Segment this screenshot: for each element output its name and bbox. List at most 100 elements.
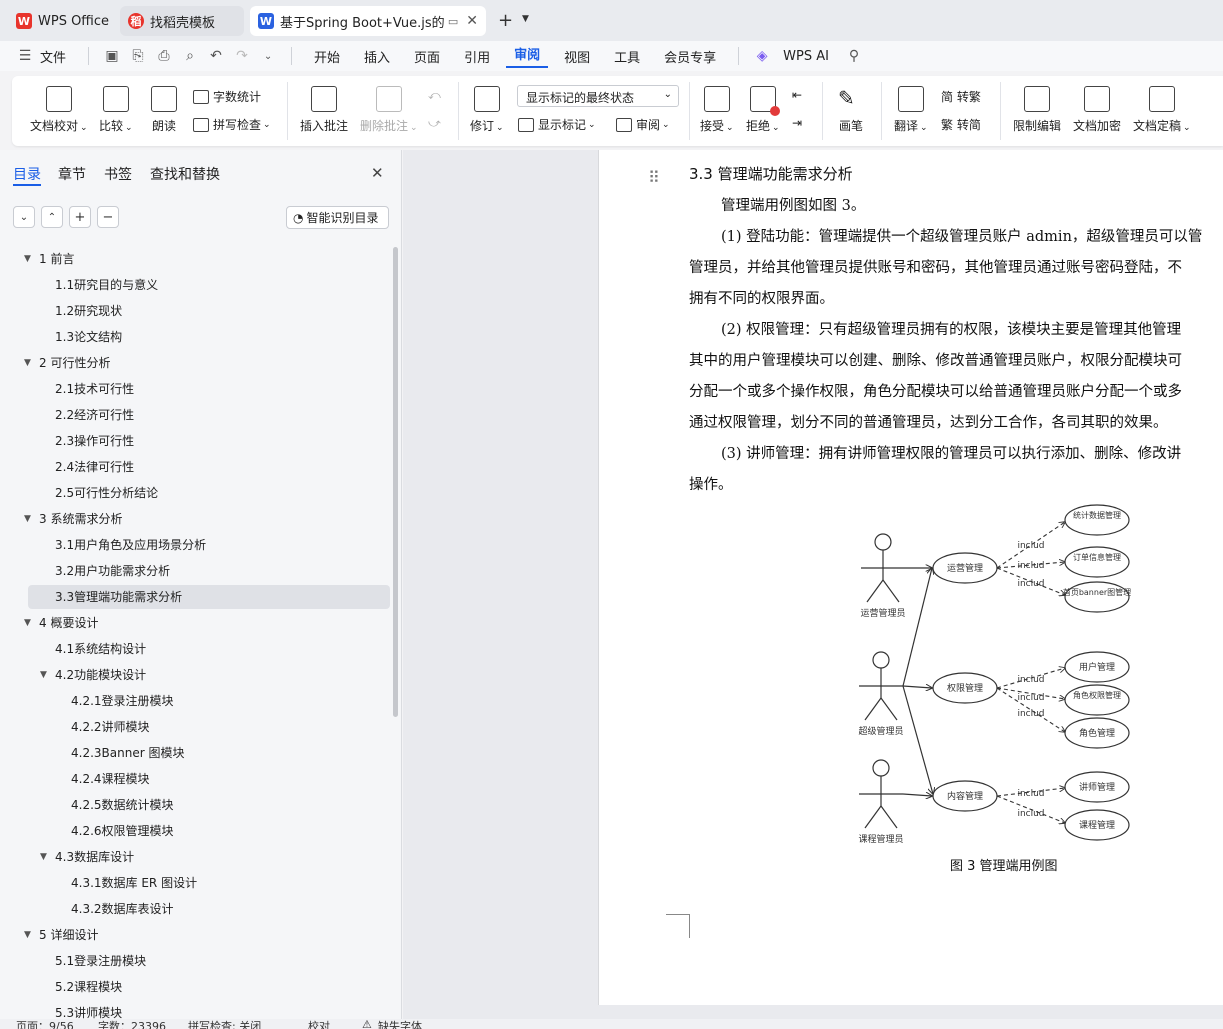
scrollbar-thumb[interactable] bbox=[393, 247, 398, 717]
close-icon[interactable]: ✕ bbox=[466, 13, 478, 29]
toc-item[interactable]: 4.2.1登录注册模块 bbox=[71, 689, 174, 713]
toc-item[interactable]: 2.4法律可行性 bbox=[55, 455, 134, 479]
spell-check-button[interactable]: 拼写检查 ⌄ bbox=[193, 116, 271, 133]
translate-button[interactable]: 翻译 ⌄ bbox=[894, 86, 928, 134]
collapse-arrow-icon[interactable]: ▼ bbox=[24, 611, 31, 635]
tab-toc[interactable]: 目录 bbox=[13, 164, 41, 184]
save-icon[interactable]: ▣ bbox=[101, 45, 123, 67]
tab-document[interactable]: W 基于Spring Boot+Vue.js的在 ▭ ✕ bbox=[250, 6, 486, 36]
menu-view[interactable]: 视图 bbox=[556, 47, 598, 66]
compare-button[interactable]: 比较 ⌄ bbox=[99, 86, 133, 134]
toc-item[interactable]: 4.3.2数据库表设计 bbox=[71, 897, 174, 921]
restrict-edit-button[interactable]: 限制编辑 bbox=[1013, 86, 1061, 134]
toc-item[interactable]: 4.2.4课程模块 bbox=[71, 767, 150, 791]
toc-item[interactable]: 4.3.1数据库 ER 图设计 bbox=[71, 871, 197, 895]
print-icon[interactable]: ⎙ bbox=[153, 45, 175, 67]
toc-item[interactable]: 3.3管理端功能需求分析 bbox=[55, 585, 182, 609]
chevron-down-icon[interactable]: ▼ bbox=[522, 14, 529, 24]
next-change-icon[interactable]: ⇥ bbox=[792, 116, 802, 130]
toc-item[interactable]: ▼ 3 系统需求分析 bbox=[24, 507, 122, 531]
toc-item[interactable]: ▼ 4.3数据库设计 bbox=[40, 845, 134, 869]
menu-insert[interactable]: 插入 bbox=[356, 47, 398, 66]
review-pane-button[interactable]: 审阅 ⌄ bbox=[616, 116, 670, 133]
tab-sections[interactable]: 章节 bbox=[58, 164, 86, 184]
status-proof[interactable]: 校对 bbox=[308, 1019, 330, 1029]
to-simplified-button[interactable]: 繁 转简 bbox=[941, 116, 981, 133]
search-icon[interactable]: ⚲ bbox=[843, 45, 865, 67]
show-markup-button[interactable]: 显示标记 ⌄ bbox=[518, 116, 596, 133]
toc-item[interactable]: 2.5可行性分析结论 bbox=[55, 481, 158, 505]
toc-item[interactable]: 2.3操作可行性 bbox=[55, 429, 134, 453]
collapse-arrow-icon[interactable]: ▼ bbox=[40, 663, 47, 687]
toc-item[interactable]: 4.2.5数据统计模块 bbox=[71, 793, 174, 817]
collapse-arrow-icon[interactable]: ▼ bbox=[24, 507, 31, 531]
new-tab-icon[interactable]: + bbox=[498, 10, 513, 31]
toc-item[interactable]: 4.1系统结构设计 bbox=[55, 637, 146, 661]
menu-wps-ai[interactable]: WPS AI bbox=[775, 49, 837, 64]
status-spell[interactable]: 拼写检查: 关闭 bbox=[188, 1019, 261, 1029]
toc-item[interactable]: ▼ 5 详细设计 bbox=[24, 923, 98, 947]
encrypt-button[interactable]: 文档加密 bbox=[1073, 86, 1121, 134]
tab-template[interactable]: 稻 找稻壳模板 bbox=[120, 6, 244, 36]
toc-item[interactable]: 2.1技术可行性 bbox=[55, 377, 134, 401]
toc-item[interactable]: 1.2研究现状 bbox=[55, 299, 122, 323]
prev-change-icon[interactable]: ⇤ bbox=[792, 88, 802, 102]
expand-all-button[interactable]: ⌄ bbox=[13, 206, 35, 228]
menu-file[interactable]: 文件 bbox=[38, 47, 74, 66]
toc-item[interactable]: 1.1研究目的与意义 bbox=[55, 273, 158, 297]
toc-item[interactable]: ▼ 1 前言 bbox=[24, 247, 74, 271]
collapse-button[interactable]: ⌃ bbox=[41, 206, 63, 228]
tab-wps-office[interactable]: W WPS Office bbox=[8, 6, 112, 36]
finalize-button[interactable]: 文档定稿 ⌄ bbox=[1133, 86, 1191, 134]
doc-check-button[interactable]: 文档校对 ⌄ bbox=[30, 86, 88, 134]
collapse-arrow-icon[interactable]: ▼ bbox=[24, 923, 31, 947]
toc-item[interactable]: 4.2.3Banner 图模块 bbox=[71, 741, 184, 765]
toc-item[interactable]: ▼ 2 可行性分析 bbox=[24, 351, 110, 375]
accept-button[interactable]: 接受 ⌄ bbox=[700, 86, 734, 134]
toc-item[interactable]: ▼ 4.2功能模块设计 bbox=[40, 663, 146, 687]
undo-icon[interactable]: ↶ bbox=[205, 45, 227, 67]
insert-comment-button[interactable]: 插入批注 bbox=[300, 86, 348, 134]
print-preview-icon[interactable]: ⌕ bbox=[179, 45, 201, 67]
collapse-arrow-icon[interactable]: ▼ bbox=[40, 845, 47, 869]
toc-item[interactable]: 4.2.2讲师模块 bbox=[71, 715, 150, 739]
reject-button[interactable]: 拒绝 ⌄ bbox=[746, 86, 780, 134]
close-icon[interactable]: ✕ bbox=[371, 164, 384, 182]
pen-button[interactable]: ✎ 画笔 bbox=[838, 86, 864, 134]
status-page[interactable]: 页面：9/56 bbox=[16, 1019, 74, 1029]
chevron-down-icon[interactable]: ⌄ bbox=[257, 45, 279, 67]
menu-references[interactable]: 引用 bbox=[456, 47, 498, 66]
add-heading-button[interactable]: + bbox=[69, 206, 91, 228]
toc-item[interactable]: 3.1用户角色及应用场景分析 bbox=[55, 533, 206, 557]
hamburger-icon[interactable]: ☰ bbox=[14, 45, 36, 67]
remove-heading-button[interactable]: − bbox=[97, 206, 119, 228]
tab-find-replace[interactable]: 查找和替换 bbox=[150, 164, 220, 184]
drag-handle-icon[interactable]: ⠿ bbox=[648, 168, 660, 187]
revise-button[interactable]: 修订 ⌄ bbox=[470, 86, 504, 134]
monitor-icon[interactable]: ▭ bbox=[448, 15, 458, 28]
menu-page[interactable]: 页面 bbox=[406, 47, 448, 66]
toc-item[interactable]: 3.2用户功能需求分析 bbox=[55, 559, 170, 583]
toc-item[interactable]: ▼ 4 概要设计 bbox=[24, 611, 98, 635]
status-missing-font[interactable]: 缺失字体 bbox=[378, 1019, 422, 1029]
toc-item[interactable]: 5.1登录注册模块 bbox=[55, 949, 146, 973]
smart-toc-button[interactable]: ◔ 智能识别目录 bbox=[286, 206, 389, 229]
toc-item[interactable]: 2.2经济可行性 bbox=[55, 403, 134, 427]
document-page[interactable]: ⠿ 3.3 管理端功能需求分析 管理端用例图如图 3。 (1) 登陆功能：管理端… bbox=[598, 150, 1223, 1005]
toc-item[interactable]: 5.2课程模块 bbox=[55, 975, 122, 999]
share-icon[interactable]: ⎘ bbox=[127, 45, 149, 67]
menu-member[interactable]: 会员专享 bbox=[656, 47, 724, 66]
menu-review[interactable]: 审阅 bbox=[506, 44, 549, 68]
collapse-arrow-icon[interactable]: ▼ bbox=[24, 247, 31, 271]
toc-item[interactable]: 1.3论文结构 bbox=[55, 325, 122, 349]
status-words[interactable]: 字数：23396 bbox=[98, 1019, 166, 1029]
to-traditional-button[interactable]: 简 转繁 bbox=[941, 88, 981, 105]
tab-bookmarks[interactable]: 书签 bbox=[104, 164, 132, 184]
menu-tools[interactable]: 工具 bbox=[606, 47, 648, 66]
read-aloud-button[interactable]: 朗读 bbox=[151, 86, 177, 134]
word-count-button[interactable]: 字数统计 bbox=[193, 88, 261, 105]
collapse-arrow-icon[interactable]: ▼ bbox=[24, 351, 31, 375]
toc-item[interactable]: 4.2.6权限管理模块 bbox=[71, 819, 174, 843]
markup-state-select[interactable]: 显示标记的最终状态 ⌄ bbox=[517, 85, 679, 107]
menu-home[interactable]: 开始 bbox=[306, 47, 348, 66]
